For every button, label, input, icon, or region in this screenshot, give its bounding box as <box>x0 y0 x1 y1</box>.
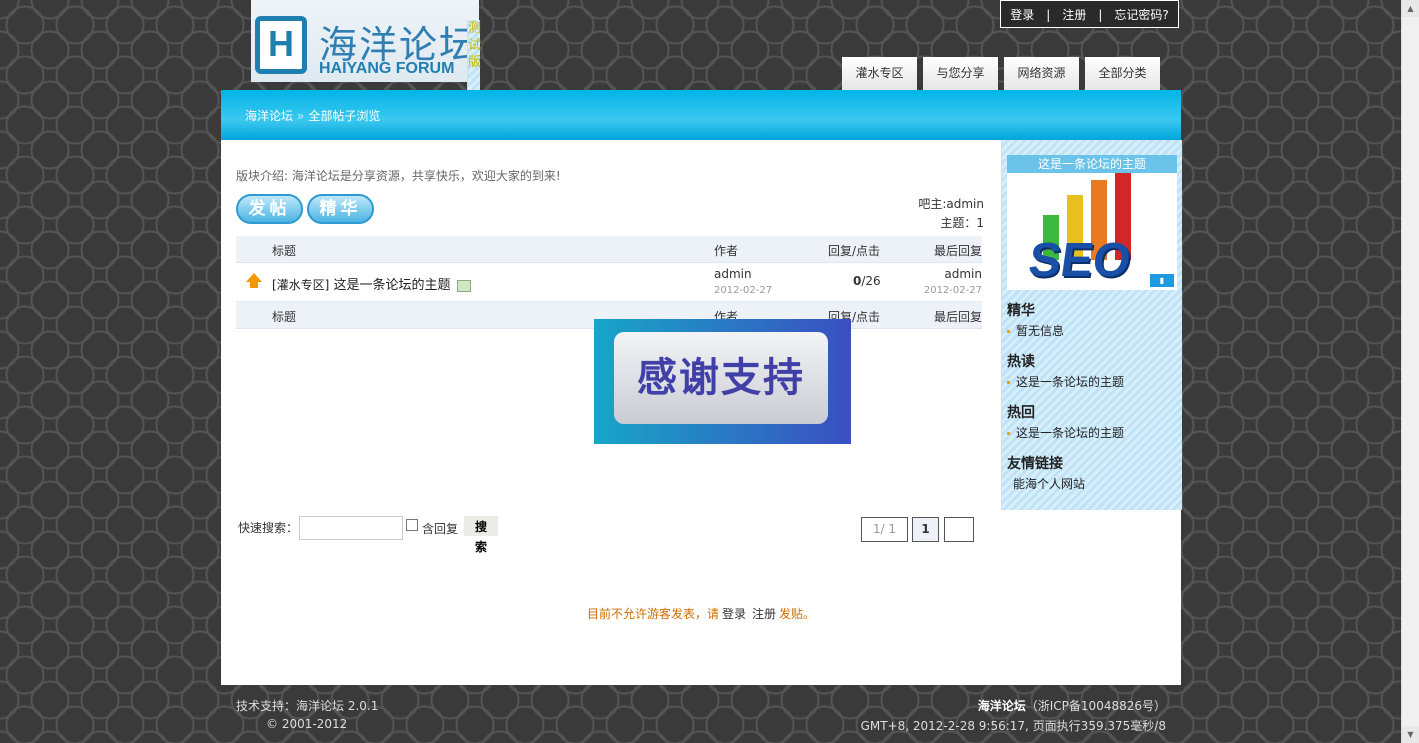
featured-topic-title[interactable]: 这是一条论坛的主题 <box>1007 155 1177 173</box>
table-header: 标题 作者 回复/点击 最后回复 <box>236 236 982 263</box>
site-logo[interactable]: H 海洋论坛 HAIYANG FORUM 测试版 <box>251 0 481 390</box>
notice-suffix: 发贴。 <box>779 607 816 621</box>
search-button[interactable]: 搜索 <box>464 516 498 554</box>
thread-title-text[interactable]: 这是一条论坛的主题 <box>334 278 451 293</box>
scroll-down-icon[interactable]: ▼ <box>1402 726 1419 743</box>
author-name[interactable]: admin <box>714 267 752 281</box>
pager-summary: 1/ 1 <box>861 517 908 542</box>
post-date: 2012-02-27 <box>714 285 773 296</box>
breadcrumb: 海洋论坛 » 全部帖子浏览 <box>245 107 380 124</box>
register-link[interactable]: 注册 <box>1062 8 1086 22</box>
last-reply: admin 2012-02-27 <box>924 267 982 296</box>
col-title: 标题 <box>272 310 297 324</box>
col-author: 作者 <box>714 244 739 258</box>
last-reply-date: 2012-02-27 <box>923 285 982 296</box>
main-content: 版块介绍: 海洋论坛是分享资源，共享快乐，欢迎大家的到来! 发帖 精华 吧主:a… <box>221 140 1182 685</box>
footer-site-info: 海洋论坛（浙ICP备10048826号） <box>978 697 1166 714</box>
pager-next-button[interactable] <box>944 517 974 542</box>
col-last: 最后回复 <box>933 244 982 258</box>
thread-category[interactable]: [灌水专区] <box>272 278 329 292</box>
page-scrollbar[interactable]: ▲ ▼ <box>1401 0 1419 743</box>
new-post-button[interactable]: 发帖 <box>236 194 303 224</box>
sidebar-item-friend-link[interactable]: 能海个人网站 <box>1013 475 1085 492</box>
sidebar-item-label: 暂无信息 <box>1016 324 1065 338</box>
footer-site-name[interactable]: 海洋论坛 <box>978 699 1026 713</box>
board-owner-info: 吧主:admin 主题：1 <box>918 195 984 233</box>
col-replies: 回复/点击 <box>828 244 881 258</box>
footer-copyright: © 2001-2012 <box>266 717 348 731</box>
notice-register-link[interactable]: 注册 <box>752 607 776 621</box>
sidebar-item-label[interactable]: 这是一条论坛的主题 <box>1016 426 1124 440</box>
notice-login-link[interactable]: 登录 <box>722 607 746 621</box>
sidebar-item-label[interactable]: 这是一条论坛的主题 <box>1016 375 1124 389</box>
breadcrumb-home[interactable]: 海洋论坛 <box>245 109 293 123</box>
logo-subtitle: HAIYANG FORUM <box>319 60 455 77</box>
footer-timing: GMT+8, 2012-2-28 9:56:17, 页面执行359.375毫秒/… <box>860 719 1166 733</box>
quick-search-label: 快速搜索： <box>238 521 299 535</box>
breadcrumb-current[interactable]: 全部帖子浏览 <box>308 109 380 123</box>
sidebar-item-digest: 暂无信息 <box>1007 322 1064 339</box>
sidebar-title-hot-reply: 热回 <box>1007 405 1035 421</box>
featured-topic-image[interactable]: SEO ▮ <box>1007 173 1177 290</box>
page-footer: 技术支持：海洋论坛 2.0.1 © 2001-2012 海洋论坛（浙ICP备10… <box>221 685 1181 743</box>
board-intro: 版块介绍: 海洋论坛是分享资源，共享快乐，欢迎大家的到来! <box>236 169 561 183</box>
bullet-icon <box>1007 330 1010 333</box>
notice-prefix: 目前不允许游客发表，请 <box>586 607 719 621</box>
sidebar-item-hot-reply[interactable]: 这是一条论坛的主题 <box>1007 424 1124 441</box>
breadcrumb-sep: » <box>297 109 305 123</box>
guest-notice: 目前不允许游客发表，请 登录 注册 发贴。 <box>221 605 1181 622</box>
click-count: /26 <box>861 274 881 288</box>
include-replies-label: 含回复 <box>422 522 459 536</box>
digest-button[interactable]: 精华 <box>307 194 374 224</box>
sidebar-title-links: 友情链接 <box>1007 456 1063 472</box>
hot-arrow-icon <box>250 281 258 288</box>
login-link[interactable]: 登录 <box>1010 8 1034 22</box>
tab-resources[interactable]: 网络资源 <box>1004 57 1079 90</box>
table-row[interactable]: [灌水专区] 这是一条论坛的主题 admin 2012-02-27 0/26 a… <box>236 263 982 302</box>
user-links-box: 登录 | 注册 | 忘记密码? <box>1000 0 1179 28</box>
forgot-password-link[interactable]: 忘记密码? <box>1114 8 1168 22</box>
divider: | <box>1046 8 1051 22</box>
seo-text: SEO <box>1025 234 1135 287</box>
pager-current-page[interactable]: 1 <box>912 517 939 542</box>
thanks-banner-image: 感谢支持 <box>594 319 851 444</box>
image-attachment-icon <box>456 279 471 292</box>
header-banner: 海洋论坛 » 全部帖子浏览 <box>221 90 1181 140</box>
tab-water[interactable]: 灌水专区 <box>842 57 917 90</box>
col-title: 标题 <box>272 244 297 258</box>
board-owner[interactable]: 吧主:admin <box>918 195 984 214</box>
footer-icp[interactable]: （浙ICP备10048826号） <box>1026 699 1166 713</box>
footer-support: 技术支持：海洋论坛 2.0.1 <box>236 699 379 713</box>
sidebar-item-hot-read[interactable]: 这是一条论坛的主题 <box>1007 373 1124 390</box>
thread-stats: 0/26 <box>853 274 881 288</box>
sidebar-title-hot-read: 热读 <box>1007 354 1035 370</box>
divider: | <box>1098 8 1103 22</box>
sidebar-title-digest: 精华 <box>1007 303 1035 319</box>
tab-all[interactable]: 全部分类 <box>1085 57 1160 90</box>
include-replies-checkbox[interactable] <box>406 519 418 531</box>
logo-h-icon: H <box>255 16 307 74</box>
scroll-up-icon[interactable]: ▲ <box>1402 0 1419 17</box>
thread-title[interactable]: [灌水专区] 这是一条论坛的主题 <box>272 274 471 293</box>
image-badge-icon: ▮ <box>1150 274 1174 287</box>
bullet-icon <box>1007 381 1010 384</box>
quick-search: 快速搜索： 含回复 搜索 <box>238 516 498 554</box>
quick-search-input[interactable] <box>299 516 403 540</box>
last-reply-author[interactable]: admin <box>944 267 982 281</box>
tab-share[interactable]: 与您分享 <box>923 57 998 90</box>
thread-author: admin 2012-02-27 <box>714 267 772 296</box>
bullet-icon <box>1007 432 1010 435</box>
thanks-text: 感谢支持 <box>614 332 828 424</box>
col-last: 最后回复 <box>933 310 982 324</box>
sidebar: 这是一条论坛的主题 SEO ▮ 精华 暂无信息 热读 这是一条论坛的主题 热回 … <box>1001 140 1182 510</box>
topic-count: 主题：1 <box>940 216 984 230</box>
